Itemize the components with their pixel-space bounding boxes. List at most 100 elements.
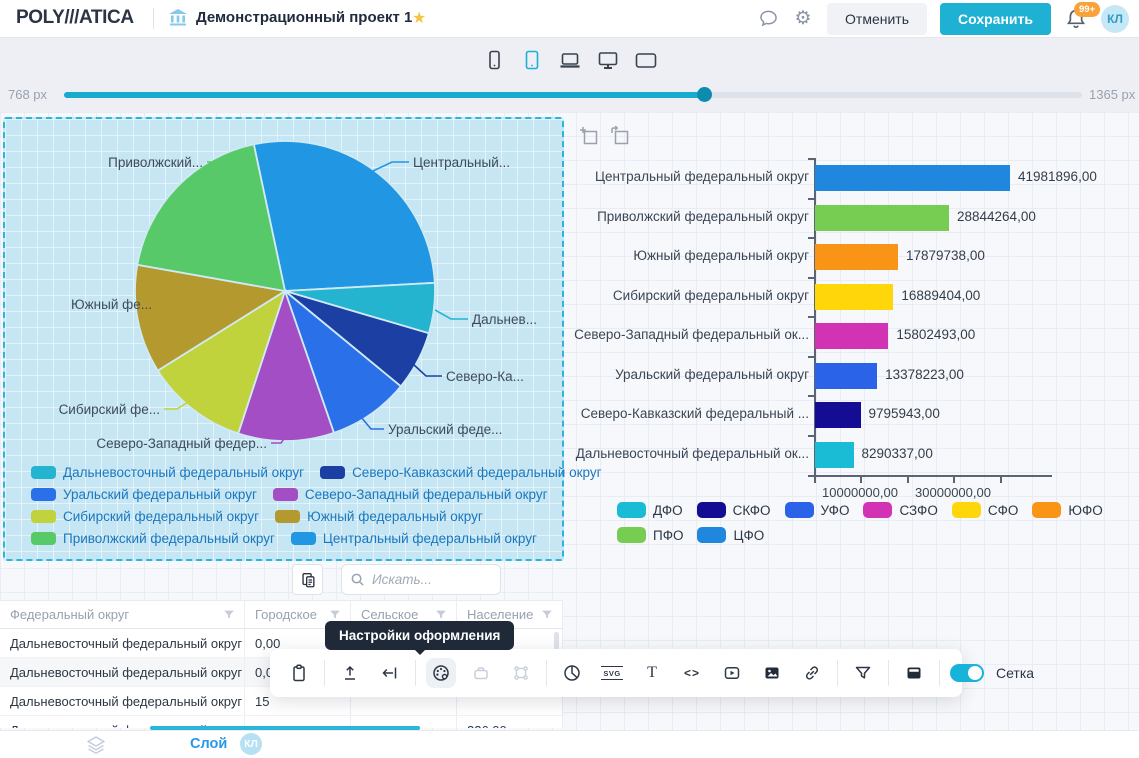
dashboard-canvas[interactable]: Центральный...Дальнев...Северо-Ка...Урал… <box>0 112 1139 730</box>
pie-callout-label: Северо-Западный федер... <box>96 436 267 451</box>
pie-legend-item[interactable]: Северо-Кавказский федеральный округ <box>320 465 601 480</box>
device-tv-icon[interactable] <box>632 46 660 74</box>
bar-legend-item[interactable]: СЗФО <box>863 502 937 518</box>
device-tablet-icon[interactable] <box>518 46 546 74</box>
column-filter-icon[interactable] <box>222 608 236 622</box>
chart-icon[interactable] <box>557 658 587 688</box>
bar-legend-item[interactable]: ЮФО <box>1032 502 1102 518</box>
image-icon[interactable] <box>757 658 787 688</box>
widget-toolbar: SVG T <> Сетка <box>270 649 962 697</box>
bar-category-label: Дальневосточный федеральный ок... <box>563 446 809 461</box>
save-button[interactable]: Сохранить <box>940 3 1051 35</box>
column-filter-icon[interactable] <box>540 608 554 622</box>
layer-tab[interactable]: Слой <box>190 736 227 752</box>
y-tick <box>808 356 814 358</box>
link-icon[interactable] <box>797 658 827 688</box>
bar-category-label: Северо-Западный федеральный ок... <box>563 327 809 342</box>
slider-fill <box>64 92 705 98</box>
slider-max-label: 1365 px <box>1089 87 1135 102</box>
width-slider[interactable] <box>64 92 1082 98</box>
x-tick <box>814 477 816 483</box>
pie-callout-label: Северо-Ка... <box>446 369 524 384</box>
column-header-label: Городское <box>255 607 317 622</box>
legend-label: Уральский федеральный округ <box>63 487 257 502</box>
pie-callout-label: Центральный... <box>413 155 510 170</box>
slider-handle[interactable] <box>697 87 712 102</box>
pie-legend-item[interactable]: Центральный федеральный округ <box>291 531 537 546</box>
grid-toggle[interactable] <box>950 664 984 682</box>
device-laptop-icon[interactable] <box>556 46 584 74</box>
bar-legend-item[interactable]: ПФО <box>617 527 683 543</box>
legend-label: ЦФО <box>733 528 764 543</box>
pie-widget[interactable]: Центральный...Дальнев...Северо-Ка...Урал… <box>3 117 564 561</box>
paste-icon[interactable] <box>284 658 314 688</box>
bar-legend-item[interactable]: СКФО <box>697 502 771 518</box>
bar-chart[interactable]: 10000000,00 30000000,00 ДФОСКФОУФОСЗФОСФ… <box>563 112 1139 632</box>
pie-legend-item[interactable]: Уральский федеральный округ <box>31 487 257 502</box>
pie-legend-item[interactable]: Дальневосточный федеральный округ <box>31 465 304 480</box>
bar-legend-item[interactable]: ДФО <box>617 502 683 518</box>
bar[interactable] <box>815 323 888 349</box>
bar[interactable] <box>815 442 854 468</box>
y-tick <box>808 435 814 437</box>
y-tick <box>808 395 814 397</box>
bar[interactable] <box>815 205 949 231</box>
bar[interactable] <box>815 363 877 389</box>
bar[interactable] <box>815 284 893 310</box>
bar[interactable] <box>815 402 861 428</box>
layer-user-badge[interactable]: КЛ <box>240 733 262 755</box>
column-filter-icon[interactable] <box>434 608 448 622</box>
bar-legend-item[interactable]: УФО <box>785 502 850 518</box>
code-icon[interactable]: <> <box>677 658 707 688</box>
polymatica-logo: POLY///ATICA <box>16 7 134 29</box>
transform-icon[interactable] <box>506 658 536 688</box>
video-icon[interactable] <box>717 658 747 688</box>
user-avatar[interactable]: КЛ <box>1101 5 1129 33</box>
bar-value-label: 17879738,00 <box>906 248 985 263</box>
y-tick <box>808 158 814 160</box>
device-size-selector <box>0 46 1139 74</box>
bar-category-label: Южный федеральный округ <box>563 248 809 263</box>
legend-swatch <box>291 532 316 545</box>
bar[interactable] <box>815 244 898 270</box>
pie-legend-item[interactable]: Южный федеральный округ <box>275 509 483 524</box>
cancel-button[interactable]: Отменить <box>827 3 927 35</box>
table-cell: Дальневосточный федеральный округ <box>0 629 245 657</box>
filter-icon[interactable] <box>848 658 878 688</box>
pie-callout-label: Сибирский фе... <box>59 402 160 417</box>
comments-icon[interactable] <box>757 8 779 30</box>
appearance-palette-icon[interactable] <box>426 658 456 688</box>
panel-layout-icon[interactable] <box>899 658 929 688</box>
notifications-bell-icon[interactable]: 99+ <box>1064 7 1088 31</box>
bar-value-label: 9795943,00 <box>869 406 940 421</box>
device-phone-icon[interactable] <box>480 46 508 74</box>
legend-label: Дальневосточный федеральный округ <box>63 465 304 480</box>
settings-gear-icon[interactable]: ⚙ <box>792 8 814 30</box>
search-input[interactable] <box>341 564 501 595</box>
column-filter-icon[interactable] <box>328 608 342 622</box>
pie-callout-line <box>373 162 409 171</box>
legend-label: Сибирский федеральный округ <box>63 509 259 524</box>
divider <box>546 660 547 686</box>
copy-table-button[interactable] <box>292 564 323 595</box>
bar-legend-item[interactable]: ЦФО <box>697 527 764 543</box>
divider <box>939 660 940 686</box>
legend-swatch <box>31 466 56 479</box>
favorite-star-icon[interactable]: ★ <box>412 8 426 28</box>
layers-icon[interactable] <box>85 734 107 756</box>
pie-legend-item[interactable]: Приволжский федеральный округ <box>31 531 275 546</box>
pie-legend-item[interactable]: Северо-Западный федеральный округ <box>273 487 548 502</box>
text-icon[interactable]: T <box>637 658 667 688</box>
import-icon[interactable] <box>375 658 405 688</box>
legend-swatch <box>697 502 726 518</box>
column-header[interactable]: Федеральный округ <box>0 601 245 628</box>
svg-icon[interactable]: SVG <box>597 658 627 688</box>
bar-legend-item[interactable]: СФО <box>952 502 1019 518</box>
archive-icon[interactable] <box>466 658 496 688</box>
x-tick <box>907 477 909 483</box>
pie-callout-label: Уральский феде... <box>388 422 502 437</box>
bar[interactable] <box>815 165 1010 191</box>
upload-icon[interactable] <box>335 658 365 688</box>
device-desktop-icon[interactable] <box>594 46 622 74</box>
pie-legend-item[interactable]: Сибирский федеральный округ <box>31 509 259 524</box>
